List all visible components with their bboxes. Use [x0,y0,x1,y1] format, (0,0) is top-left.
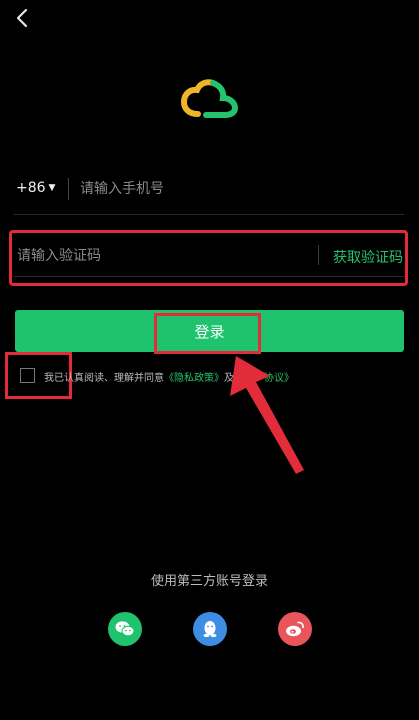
qq-login-button[interactable] [193,612,227,646]
chevron-left-icon [16,8,28,28]
weibo-login-button[interactable] [278,612,312,646]
cloud-logo-icon [180,79,239,118]
country-code-text: +86 [16,180,46,196]
wechat-icon [115,621,135,637]
agreement-checkbox[interactable] [20,368,35,383]
country-code-selector[interactable]: +86 ▼ [16,180,55,196]
back-button[interactable] [12,6,34,30]
phone-input[interactable] [80,176,380,202]
third-party-title: 使用第三方账号登录 [150,574,268,589]
phone-underline [14,214,404,215]
caret-down-icon: ▼ [48,183,56,193]
weibo-icon [286,621,304,637]
code-underline [14,276,404,277]
phone-divider [68,178,69,200]
privacy-policy-link[interactable]: 《隐私政策》 [164,373,224,384]
code-input[interactable] [17,243,297,269]
agreement-prefix: 我已认真阅读、理解并同意 [44,373,164,384]
code-divider [318,245,319,265]
login-button[interactable]: 登录 [15,310,404,352]
red-arrow-icon [230,356,304,474]
qq-icon [203,621,217,638]
app-logo [180,78,240,122]
wechat-login-button[interactable] [108,612,142,646]
get-code-button[interactable]: 获取验证码 [333,247,403,267]
